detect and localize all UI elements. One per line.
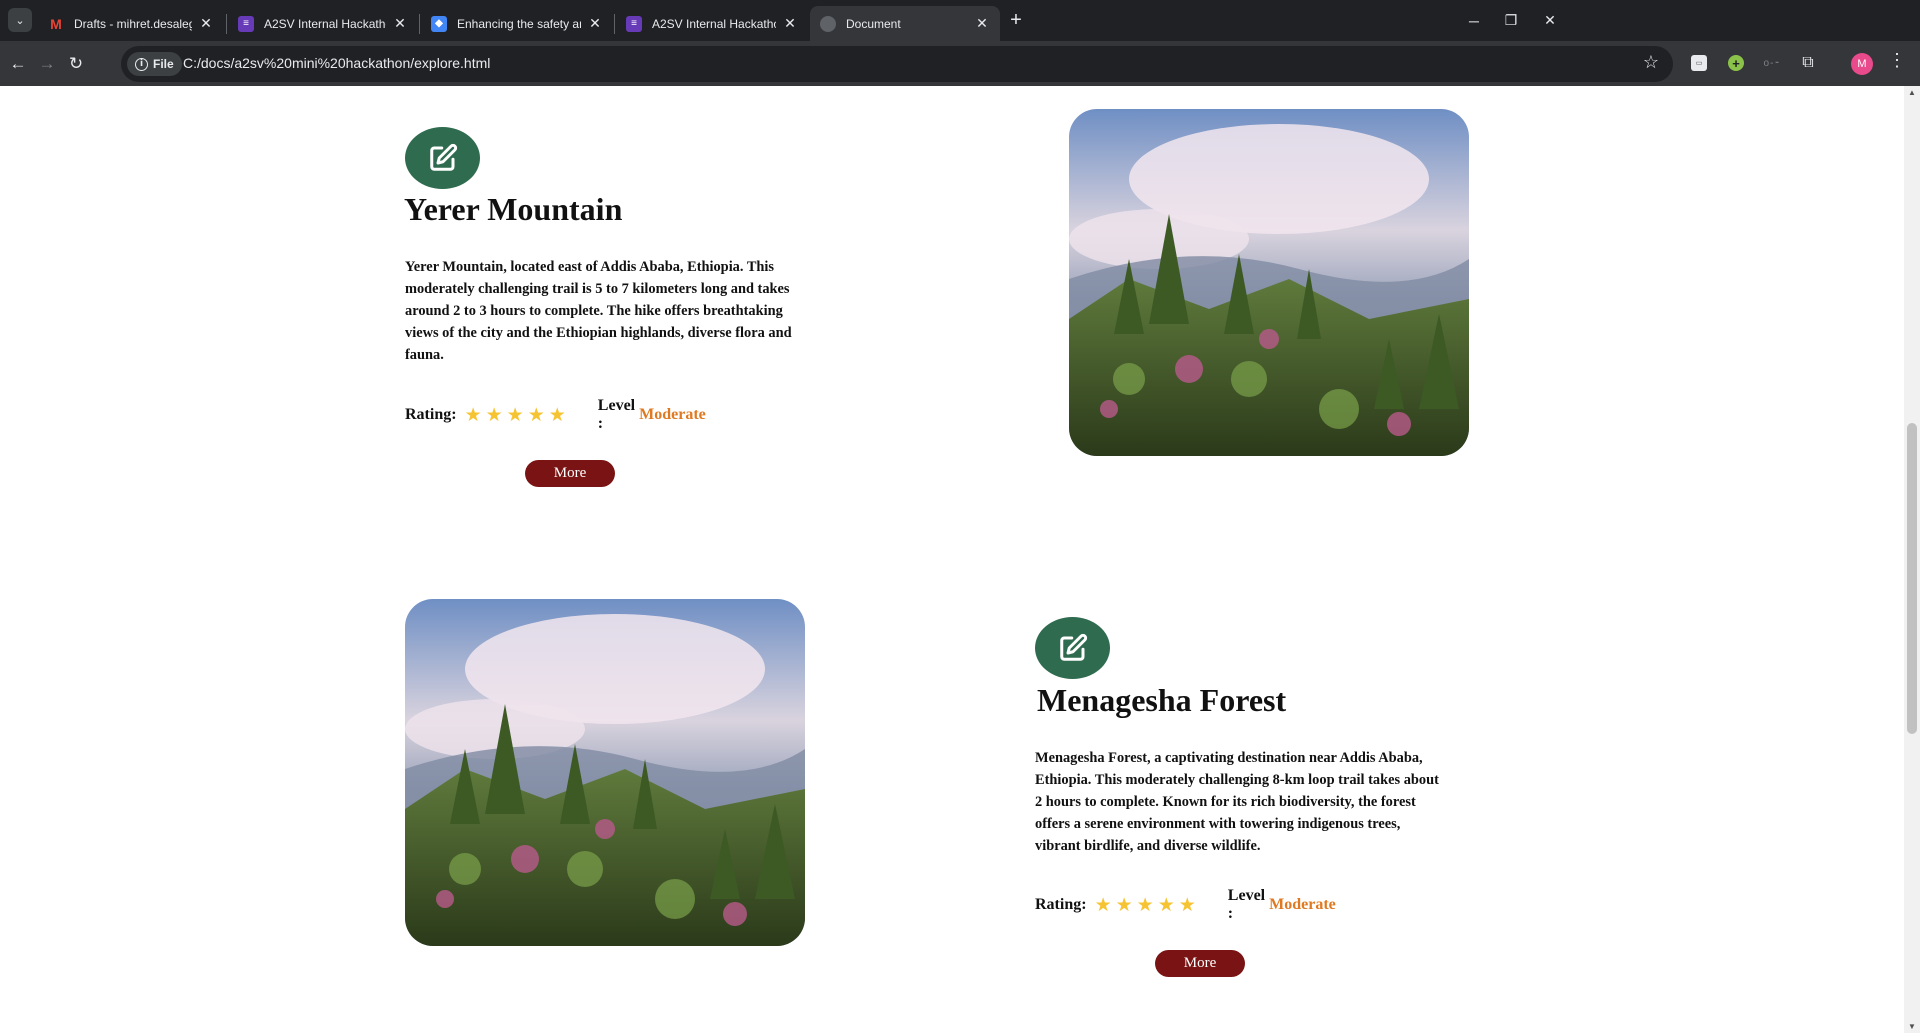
tab-hackathon-form-1[interactable]: ≡ A2SV Internal Hackathon Final ( ✕	[228, 6, 418, 41]
tab-enhancing-safety[interactable]: ◆ Enhancing the safety and enjoy ✕	[421, 6, 613, 41]
rating-label: Rating:	[1035, 896, 1087, 913]
edit-icon[interactable]	[405, 127, 480, 189]
more-button[interactable]: More	[525, 460, 615, 487]
reload-icon[interactable]: ↻	[61, 49, 91, 79]
level-label: Level :	[597, 397, 636, 432]
tab-hackathon-form-2[interactable]: ≡ A2SV Internal Hackathon Final ( ✕	[616, 6, 808, 41]
place-photo	[405, 599, 805, 946]
scroll-down-arrow-icon[interactable]: ▼	[1908, 1022, 1916, 1031]
new-tab-plus-icon[interactable]: +	[1002, 8, 1030, 32]
tab-strip: ⌄ M Drafts - mihret.desalegn@a2sv ✕ ≡ A2…	[0, 0, 1920, 41]
forms-icon: ≡	[238, 15, 254, 32]
url-text[interactable]: C:/docs/a2sv%20mini%20hackathon/explore.…	[183, 55, 490, 71]
more-button[interactable]: More	[1155, 950, 1245, 977]
level-value: Moderate	[1269, 896, 1336, 913]
place-photo	[1069, 109, 1469, 456]
extensions-puzzle-icon[interactable]: ⧉	[1797, 52, 1819, 74]
place-title: Menagesha Forest	[1037, 682, 1287, 718]
info-icon: i	[135, 57, 148, 71]
tab-separator	[614, 14, 615, 34]
level-value: Moderate	[639, 406, 706, 423]
rating-stars: ★ ★ ★ ★ ★	[464, 403, 566, 426]
extension-key-icon[interactable]: o-⁃	[1761, 52, 1783, 74]
rating-label: Rating:	[405, 406, 457, 423]
level-label: Level :	[1227, 887, 1266, 922]
tab-title: Enhancing the safety and enjoy	[457, 16, 581, 31]
close-icon[interactable]: ✕	[198, 15, 214, 32]
star-icon: ★	[1178, 893, 1196, 916]
star-icon: ★	[464, 403, 482, 426]
browser-toolbar: ← → ↻ i File C:/docs/a2sv%20mini%20hacka…	[0, 41, 1920, 86]
tab-title: Drafts - mihret.desalegn@a2sv	[74, 16, 192, 31]
tab-title: A2SV Internal Hackathon Final (	[652, 16, 776, 31]
tab-document[interactable]: Document ✕	[810, 6, 1000, 41]
vertical-scrollbar[interactable]: ▲ ▼	[1904, 86, 1920, 1033]
star-icon: ★	[1115, 893, 1133, 916]
site-info-chip[interactable]: i File	[127, 52, 182, 76]
star-icon: ★	[506, 403, 524, 426]
place-description: Yerer Mountain, located east of Addis Ab…	[405, 259, 792, 363]
extension-card-icon[interactable]: ▭	[1688, 52, 1710, 74]
star-icon: ★	[485, 403, 503, 426]
tab-title: Document	[846, 16, 901, 31]
tab-search-chevron-icon[interactable]: ⌄	[8, 8, 32, 32]
place-title: Yerer Mountain	[404, 191, 623, 227]
star-icon: ★	[548, 403, 566, 426]
rating-row: Rating: ★ ★ ★ ★ ★ Level : Moderate	[1035, 887, 1336, 923]
address-bar[interactable]: i File C:/docs/a2sv%20mini%20hackathon/e…	[121, 46, 1673, 82]
close-icon[interactable]: ✕	[782, 15, 798, 32]
bookmark-star-icon[interactable]: ☆	[1643, 52, 1659, 73]
back-arrow-icon[interactable]: ←	[3, 49, 33, 79]
tab-separator	[419, 14, 420, 34]
page-viewport: Yerer Mountain Yerer Mountain, located e…	[0, 86, 1904, 1033]
edit-icon[interactable]	[1035, 617, 1110, 679]
shield-icon: ◆	[431, 15, 447, 32]
place-description: Menagesha Forest, a captivating destinat…	[1035, 750, 1439, 854]
tab-gmail-drafts[interactable]: M Drafts - mihret.desalegn@a2sv ✕	[38, 6, 224, 41]
close-icon[interactable]: ✕	[974, 15, 990, 32]
forward-arrow-icon[interactable]: →	[32, 49, 62, 79]
extension-green-plus-icon[interactable]: +	[1725, 52, 1747, 74]
scroll-up-arrow-icon[interactable]: ▲	[1908, 88, 1916, 97]
close-icon[interactable]: ✕	[587, 15, 603, 32]
forms-icon: ≡	[626, 15, 642, 32]
gmail-icon: M	[50, 15, 62, 32]
profile-avatar[interactable]: M	[1851, 53, 1873, 75]
rating-stars: ★ ★ ★ ★ ★	[1094, 893, 1196, 916]
window-close-icon[interactable]: ✕	[1527, 0, 1573, 41]
star-icon: ★	[527, 403, 545, 426]
close-icon[interactable]: ✕	[392, 15, 408, 32]
star-icon: ★	[1136, 893, 1154, 916]
star-icon: ★	[1157, 893, 1175, 916]
tab-title: A2SV Internal Hackathon Final (	[264, 16, 386, 31]
rating-row: Rating: ★ ★ ★ ★ ★ Level : Moderate	[405, 397, 706, 433]
scrollbar-thumb[interactable]	[1907, 423, 1917, 734]
document-icon	[820, 15, 836, 32]
star-icon: ★	[1094, 893, 1112, 916]
tab-separator	[226, 14, 227, 34]
scheme-label: File	[153, 57, 174, 71]
browser-menu-icon[interactable]: ⋮	[1888, 50, 1906, 71]
